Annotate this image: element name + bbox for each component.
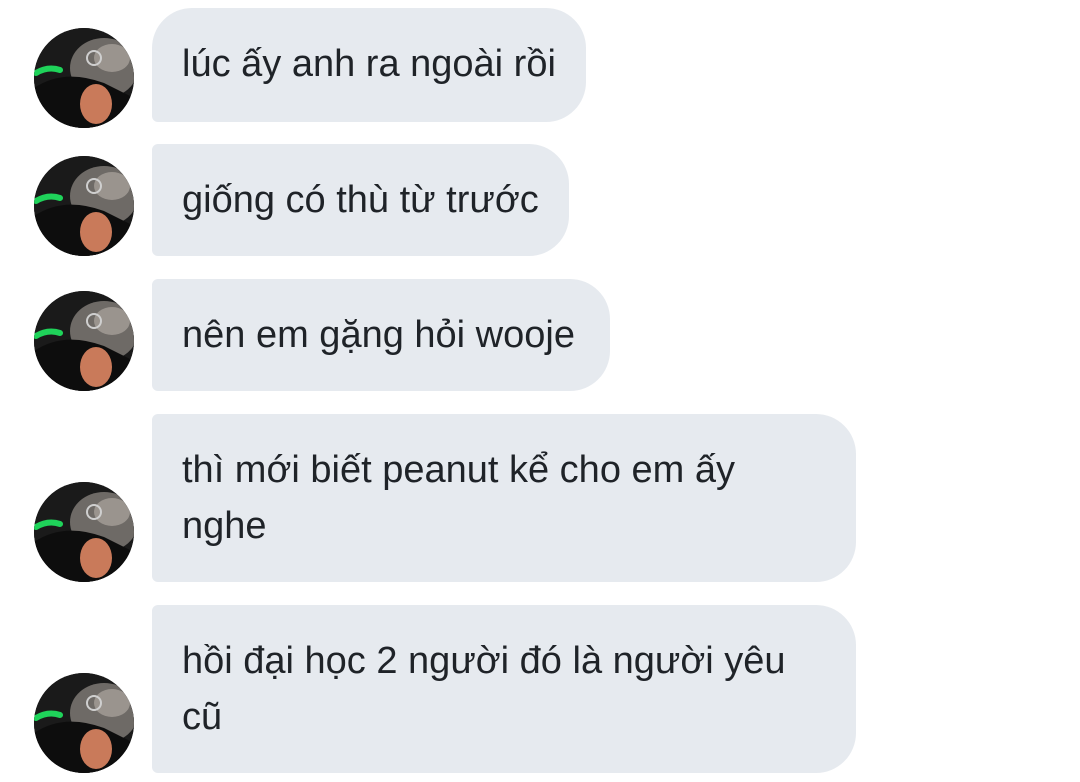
message-bubble[interactable]: thì mới biết peanut kể cho em ấy nghe: [152, 414, 856, 582]
sender-avatar[interactable]: [34, 156, 134, 256]
sender-avatar[interactable]: [34, 291, 134, 391]
message-bubble[interactable]: lúc ấy anh ra ngoài rồi: [152, 8, 586, 122]
message-row: lúc ấy anh ra ngoài rồi: [0, 8, 1080, 128]
message-text: lúc ấy anh ra ngoài rồi: [182, 43, 556, 85]
message-bubble[interactable]: giống có thù từ trước: [152, 144, 569, 256]
message-row: hồi đại học 2 người đó là người yêu cũ: [0, 605, 1080, 773]
message-text: giống có thù từ trước: [182, 179, 539, 221]
message-text: hồi đại học 2 người đó là người yêu cũ: [182, 640, 786, 738]
sender-avatar[interactable]: [34, 28, 134, 128]
sender-avatar[interactable]: [34, 482, 134, 582]
message-row: nên em gặng hỏi wooje: [0, 279, 1080, 391]
message-bubble[interactable]: hồi đại học 2 người đó là người yêu cũ: [152, 605, 856, 773]
message-text: nên em gặng hỏi wooje: [182, 314, 575, 356]
message-bubble[interactable]: nên em gặng hỏi wooje: [152, 279, 610, 391]
sender-avatar[interactable]: [34, 673, 134, 773]
message-text: thì mới biết peanut kể cho em ấy nghe: [182, 449, 735, 547]
message-row: thì mới biết peanut kể cho em ấy nghe: [0, 414, 1080, 582]
message-row: giống có thù từ trước: [0, 144, 1080, 256]
chat-thread: lúc ấy anh ra ngoài rồi giống có thù từ …: [0, 0, 1080, 782]
